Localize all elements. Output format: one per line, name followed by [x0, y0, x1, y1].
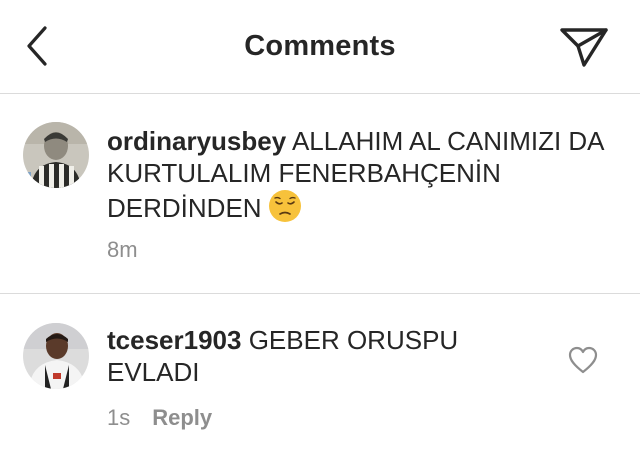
pensive-face-emoji — [268, 189, 302, 230]
comment-username[interactable]: ordinaryusbey — [107, 126, 286, 156]
page-title: Comments — [244, 30, 396, 62]
like-button[interactable] — [568, 346, 598, 374]
comment-meta: 8m — [107, 237, 138, 263]
comment-item: ordinaryusbey ALLAHIM AL CANIMIZI DA KUR… — [0, 94, 640, 294]
comment-timestamp: 8m — [107, 237, 138, 262]
comment-text: tceser1903 GEBER ORUSPU EVLADI — [107, 324, 557, 388]
heart-outline-icon — [568, 346, 598, 374]
comment-timestamp: 1s — [107, 405, 131, 430]
comments-header: Comments — [0, 0, 640, 94]
avatar[interactable] — [23, 323, 89, 389]
reply-button[interactable]: Reply — [152, 405, 212, 430]
comment-item: tceser1903 GEBER ORUSPU EVLADI 1s Reply — [0, 294, 640, 453]
comment-username[interactable]: tceser1903 — [107, 325, 241, 355]
paper-plane-icon — [560, 28, 608, 67]
comment-meta: 1s Reply — [107, 405, 212, 431]
comment-text: ordinaryusbey ALLAHIM AL CANIMIZI DA KUR… — [107, 125, 617, 230]
share-button[interactable] — [558, 24, 610, 70]
avatar[interactable] — [23, 122, 89, 188]
